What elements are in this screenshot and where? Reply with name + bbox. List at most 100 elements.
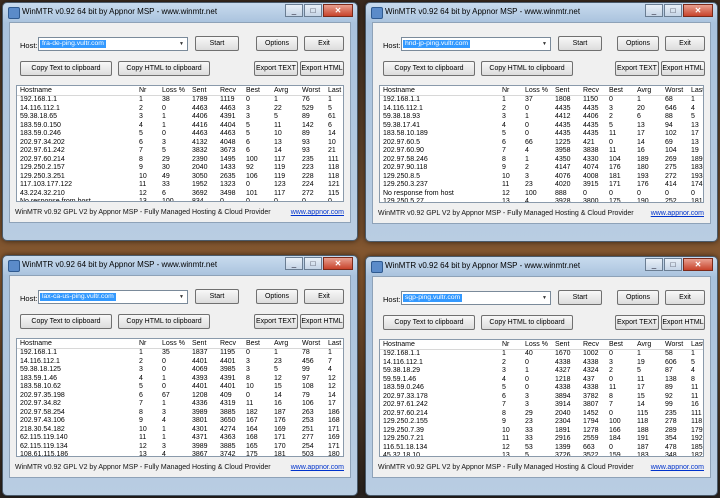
close-icon[interactable]: ✕ xyxy=(323,257,353,270)
chevron-down-icon[interactable]: ▼ xyxy=(177,39,186,49)
host-input[interactable]: fra-de-ping.vultr.com ▼ xyxy=(38,37,188,51)
table-row[interactable]: 14.116.112.1 2 0 4463 4463 3 22 529 5 xyxy=(17,105,343,114)
table-row[interactable]: 202.97.34.82 7 1 4336 4319 11 16 106 17 xyxy=(17,400,343,409)
column-header-best[interactable]: Best xyxy=(609,340,623,349)
exit-button[interactable]: Exit xyxy=(665,290,705,305)
minimize-icon[interactable]: _ xyxy=(285,257,303,270)
table-row[interactable]: 192.168.1.1 1 37 1808 1150 0 1 68 1 xyxy=(380,96,703,105)
minimize-icon[interactable]: _ xyxy=(645,258,663,271)
table-row[interactable]: 202.97.43.106 9 4 3801 3650 167 176 253 168 xyxy=(17,417,343,426)
maximize-icon[interactable]: □ xyxy=(304,4,322,17)
export-text-button[interactable]: Export TEXT xyxy=(615,61,659,76)
column-header-hostname[interactable]: Hostname xyxy=(383,340,415,349)
table-row[interactable]: 59.38.18.29 3 1 4327 4324 2 5 87 4 xyxy=(380,367,703,376)
table-row[interactable]: No response from host 13 100 834 0 0 0 0 0 xyxy=(17,198,343,201)
table-row[interactable]: 202.97.60.5 6 66 1225 421 0 14 69 13 xyxy=(380,139,703,148)
minimize-icon[interactable]: _ xyxy=(285,4,303,17)
table-row[interactable]: 202.97.61.242 7 3 3914 3807 7 14 99 16 xyxy=(380,401,703,410)
results-table[interactable]: Hostname Nr Loss % Sent Recv Best Avrg Worst Las… xyxy=(16,338,344,457)
column-header-best[interactable]: Best xyxy=(246,86,260,95)
column-header-sent[interactable]: Sent xyxy=(555,340,569,349)
exit-button[interactable]: Exit xyxy=(304,289,344,304)
table-row[interactable]: 192.168.1.1 1 40 1670 1002 0 1 58 1 xyxy=(380,350,703,359)
table-row[interactable]: 45.32.18.10 13 5 3726 3522 159 183 348 182 xyxy=(380,452,703,456)
export-html-button[interactable]: Export HTML xyxy=(661,315,705,330)
column-header-loss[interactable]: Loss % xyxy=(162,339,185,348)
column-header-worst[interactable]: Worst xyxy=(302,339,320,348)
start-button[interactable]: Start xyxy=(195,36,239,51)
chevron-down-icon[interactable]: ▼ xyxy=(540,293,549,303)
table-row[interactable]: 192.168.1.1 1 38 1789 1119 0 1 76 1 xyxy=(17,96,343,105)
footer-link[interactable]: www.appnor.com xyxy=(651,462,704,474)
options-button[interactable]: Options xyxy=(617,36,659,51)
table-row[interactable]: 129.250.3.251 10 49 3050 2635 106 119 228 118 xyxy=(17,173,343,182)
table-row[interactable]: 129.250.2.155 9 23 2304 1794 100 118 278 118 xyxy=(380,418,703,427)
table-row[interactable]: 218.30.54.182 10 1 4301 4274 164 169 251 171 xyxy=(17,426,343,435)
table-row[interactable]: 129.250.2.157 9 30 2040 1433 92 119 223 118 xyxy=(17,164,343,173)
table-row[interactable]: 183.59.1.46 4 1 4393 4391 8 12 97 12 xyxy=(17,375,343,384)
table-row[interactable]: 129.250.5.27 13 4 3928 3800 175 190 252 181 xyxy=(380,198,703,202)
copy-html-button[interactable]: Copy HTML to clipboard xyxy=(481,61,573,76)
table-row[interactable]: 202.97.60.214 8 29 2390 1495 100 117 235 111 xyxy=(17,156,343,165)
column-header-recv[interactable]: Recv xyxy=(220,86,236,95)
column-header-last[interactable]: Last xyxy=(328,86,341,95)
table-row[interactable]: 43.224.32.210 12 6 3692 3498 101 117 272 115 xyxy=(17,190,343,199)
table-row[interactable]: 14.116.112.1 2 0 4338 4338 3 19 606 5 xyxy=(380,359,703,368)
copy-text-button[interactable]: Copy Text to clipboard xyxy=(20,61,112,76)
column-header-last[interactable]: Last xyxy=(328,339,341,348)
copy-text-button[interactable]: Copy Text to clipboard xyxy=(383,315,475,330)
footer-link[interactable]: www.appnor.com xyxy=(651,208,704,220)
copy-html-button[interactable]: Copy HTML to clipboard xyxy=(118,61,210,76)
export-html-button[interactable]: Export HTML xyxy=(661,61,705,76)
table-row[interactable]: 183.58.10.62 5 0 4401 4401 10 15 108 12 xyxy=(17,383,343,392)
export-text-button[interactable]: Export TEXT xyxy=(254,61,298,76)
close-icon[interactable]: ✕ xyxy=(323,4,353,17)
table-row[interactable]: 62.115.119.140 11 1 4371 4363 168 171 277 169 xyxy=(17,434,343,443)
column-header-nr[interactable]: Nr xyxy=(502,340,509,349)
exit-button[interactable]: Exit xyxy=(665,36,705,51)
column-header-avg[interactable]: Avrg xyxy=(637,86,651,95)
title-bar[interactable]: WinMTR v0.92 64 bit by Appnor MSP - www.… xyxy=(366,257,717,275)
column-header-recv[interactable]: Recv xyxy=(583,340,599,349)
options-button[interactable]: Options xyxy=(617,290,659,305)
minimize-icon[interactable]: _ xyxy=(645,4,663,17)
title-bar[interactable]: WinMTR v0.92 64 bit by Appnor MSP - www.… xyxy=(3,3,357,21)
table-row[interactable]: 59.38.18.93 3 1 4412 4406 2 6 88 5 xyxy=(380,113,703,122)
table-row[interactable]: 117.103.177.122 11 33 1952 1323 0 123 224 121 xyxy=(17,181,343,190)
table-row[interactable]: 129.250.7.39 10 33 1891 1278 166 188 289 179 xyxy=(380,427,703,436)
table-row[interactable]: 183.59.0.246 5 0 4463 4463 5 10 89 14 xyxy=(17,130,343,139)
table-row[interactable]: 183.58.10.189 5 0 4435 4435 11 17 102 17 xyxy=(380,130,703,139)
export-text-button[interactable]: Export TEXT xyxy=(254,314,298,329)
table-row[interactable]: 202.97.34.202 6 3 4132 4048 6 13 93 10 xyxy=(17,139,343,148)
column-header-loss[interactable]: Loss % xyxy=(525,86,548,95)
column-header-worst[interactable]: Worst xyxy=(665,86,683,95)
table-row[interactable]: 192.168.1.1 1 35 1837 1195 0 1 78 1 xyxy=(17,349,343,358)
exit-button[interactable]: Exit xyxy=(304,36,344,51)
title-bar[interactable]: WinMTR v0.92 64 bit by Appnor MSP - www.… xyxy=(3,256,357,274)
table-row[interactable]: No response from host 12 100 888 0 0 0 0 0 xyxy=(380,190,703,199)
chevron-down-icon[interactable]: ▼ xyxy=(540,39,549,49)
column-header-worst[interactable]: Worst xyxy=(302,86,320,95)
column-header-avg[interactable]: Avrg xyxy=(274,339,288,348)
copy-html-button[interactable]: Copy HTML to clipboard xyxy=(118,314,210,329)
table-row[interactable]: 129.250.3.237 11 23 4020 3915 171 176 414 174 xyxy=(380,181,703,190)
options-button[interactable]: Options xyxy=(256,36,298,51)
start-button[interactable]: Start xyxy=(558,36,602,51)
close-icon[interactable]: ✕ xyxy=(683,258,713,271)
table-row[interactable]: 183.59.0.246 5 0 4338 4338 11 17 89 11 xyxy=(380,384,703,393)
table-row[interactable]: 202.97.60.90 7 4 3958 3838 11 16 104 19 xyxy=(380,147,703,156)
column-header-last[interactable]: Last xyxy=(691,340,703,349)
table-row[interactable]: 202.97.35.198 6 67 1208 409 0 14 79 14 xyxy=(17,392,343,401)
results-table[interactable]: Hostname Nr Loss % Sent Recv Best Avrg Worst Las… xyxy=(379,339,704,457)
column-header-avg[interactable]: Avrg xyxy=(274,86,288,95)
column-header-nr[interactable]: Nr xyxy=(139,339,146,348)
column-header-recv[interactable]: Recv xyxy=(220,339,236,348)
table-row[interactable]: 116.51.18.134 12 53 1399 663 0 187 478 185 xyxy=(380,444,703,453)
copy-html-button[interactable]: Copy HTML to clipboard xyxy=(481,315,573,330)
title-bar[interactable]: WinMTR v0.92 64 bit by Appnor MSP - www.… xyxy=(366,3,717,21)
table-row[interactable]: 59.38.18.65 3 1 4406 4391 3 5 89 61 xyxy=(17,113,343,122)
table-row[interactable]: 202.97.90.118 9 2 4147 4074 176 180 275 183 xyxy=(380,164,703,173)
table-row[interactable]: 59.38.18.125 3 0 4069 3985 3 5 99 4 xyxy=(17,366,343,375)
column-header-sent[interactable]: Sent xyxy=(555,86,569,95)
maximize-icon[interactable]: □ xyxy=(664,258,682,271)
